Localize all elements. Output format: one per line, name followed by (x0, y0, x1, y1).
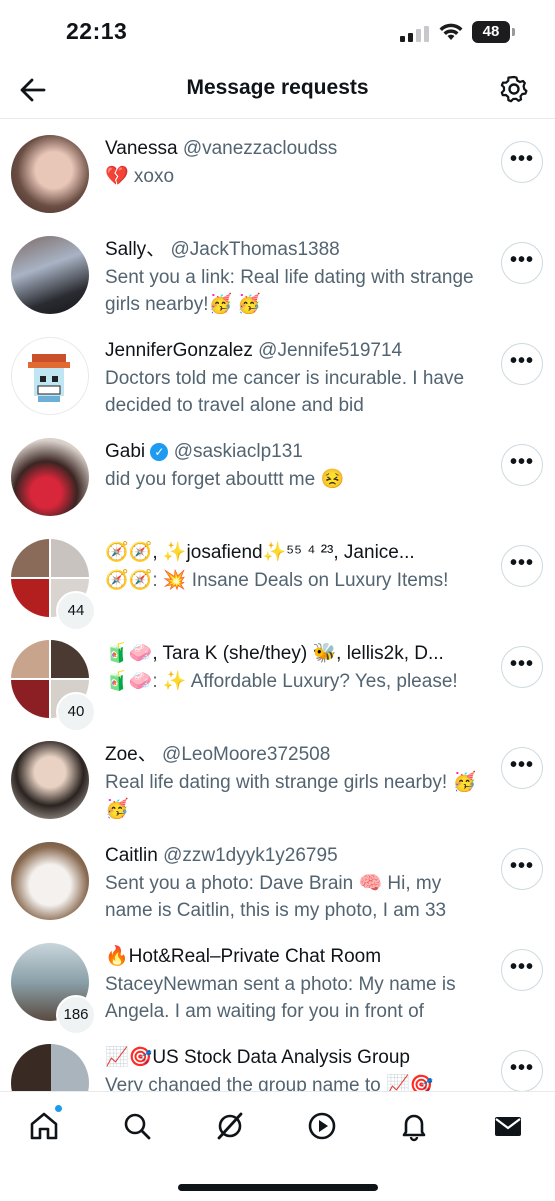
group-name: 📈🎯US Stock Data Analysis Group (105, 1047, 410, 1068)
group-name: 🧃🧼, Tara K (she/they) 🐝, lellis2k, D... (105, 643, 444, 664)
message-preview: Real life dating with strange girls near… (105, 772, 477, 820)
request-row-group-josafiend[interactable]: 44 🧭🧭, ✨josafiend✨⁵⁵ ⁴ ²³, Janice... 🧭🧭:… (0, 523, 555, 631)
sender-name: Zoe、 (105, 744, 157, 765)
request-row-group-tara[interactable]: 40 🧃🧼, Tara K (she/they) 🐝, lellis2k, D.… (0, 624, 555, 732)
more-options-button[interactable]: ••• (501, 747, 543, 789)
request-row-vanessa[interactable]: Vanessa @vanezzacloudss 💔 xoxo ••• (0, 119, 555, 220)
cellular-signal-icon (400, 26, 429, 42)
more-options-button[interactable]: ••• (501, 242, 543, 284)
request-row-sally[interactable]: Sally、 @JackThomas1388 Sent you a link: … (0, 220, 555, 321)
group-name: 🔥Hot&Real–Private Chat Room (105, 946, 382, 967)
more-options-button[interactable]: ••• (501, 1050, 543, 1091)
avatar (11, 842, 89, 920)
request-row-jennifergonzalez[interactable]: JenniferGonzalez @Jennife519714 Doctors … (0, 321, 555, 422)
message-preview: 🧭🧭: 💥 Insane Deals on Luxury Items! (105, 570, 449, 591)
request-row-gabi[interactable]: Gabi ✓ @saskiaclp131 did you forget abou… (0, 422, 555, 523)
group-name: 🧭🧭, ✨josafiend✨⁵⁵ ⁴ ²³, Janice... (105, 542, 415, 563)
message-preview: 🧃🧼: ✨ Affordable Luxury? Yes, please! (105, 671, 458, 692)
more-options-button[interactable]: ••• (501, 545, 543, 587)
sender-name: JenniferGonzalez (105, 340, 253, 361)
request-row-zoe[interactable]: Zoe、 @LeoMoore372508 Real life dating wi… (0, 725, 555, 826)
battery-indicator: 48 (472, 21, 510, 43)
more-options-button[interactable]: ••• (501, 141, 543, 183)
sender-name: Gabi (105, 441, 146, 462)
battery-cap (512, 28, 515, 36)
grok-icon[interactable] (214, 1110, 246, 1142)
home-icon[interactable] (28, 1110, 60, 1142)
more-options-button[interactable]: ••• (501, 646, 543, 688)
bottom-navigation (0, 1091, 555, 1201)
avatar (11, 135, 89, 213)
gear-icon[interactable] (499, 74, 529, 104)
message-preview: Very changed the group name to 📈🎯 (105, 1075, 434, 1091)
more-options-button[interactable]: ••• (501, 343, 543, 385)
sender-handle: @saskiaclp131 (173, 441, 303, 462)
pixel-art-avatar-icon (28, 354, 70, 402)
request-row-caitlin[interactable]: Caitlin @zzw1dyyk1y26795 Sent you a phot… (0, 826, 555, 927)
home-indicator (178, 1184, 378, 1191)
video-icon[interactable] (306, 1110, 338, 1142)
messages-icon[interactable] (492, 1110, 524, 1142)
more-options-button[interactable]: ••• (501, 848, 543, 890)
sender-handle: @Jennife519714 (258, 340, 403, 361)
verified-badge-icon: ✓ (150, 443, 169, 461)
message-preview: Sent you a link: Real life dating with s… (105, 267, 474, 315)
request-row-group-hotreal[interactable]: 186 🔥Hot&Real–Private Chat Room StaceyNe… (0, 927, 555, 1035)
sender-name: Vanessa (105, 138, 178, 159)
sender-handle: @LeoMoore372508 (156, 744, 331, 765)
message-preview: StaceyNewman sent a photo: My name is An… (105, 974, 456, 1022)
message-preview: did you forget abouttt me 😣 (105, 469, 345, 490)
wifi-icon (439, 23, 463, 40)
header: Message requests (0, 62, 555, 119)
avatar (11, 337, 89, 415)
more-options-button[interactable]: ••• (501, 444, 543, 486)
avatar (11, 236, 89, 314)
more-options-button[interactable]: ••• (501, 949, 543, 991)
page-title: Message requests (186, 76, 369, 99)
sender-name: Sally、 (105, 239, 166, 260)
message-preview: Sent you a photo: Dave Brain 🧠 Hi, my na… (105, 873, 447, 921)
avatar (11, 438, 89, 516)
group-avatar (11, 1044, 89, 1091)
status-time: 22:13 (66, 18, 128, 44)
notification-dot (55, 1105, 62, 1112)
sender-handle: @vanezzacloudss (182, 138, 338, 159)
message-preview: 💔 xoxo (105, 166, 175, 187)
sender-name: Caitlin (105, 845, 158, 866)
message-preview: Doctors told me cancer is incurable. I h… (105, 368, 465, 416)
sender-handle: @JackThomas1388 (165, 239, 340, 260)
status-bar: 22:13 48 (0, 0, 555, 62)
sender-handle: @zzw1dyyk1y26795 (163, 845, 338, 866)
search-icon[interactable] (121, 1110, 153, 1142)
notifications-icon[interactable] (398, 1110, 430, 1142)
avatar (11, 741, 89, 819)
message-requests-list: Vanessa @vanezzacloudss 💔 xoxo ••• Sally… (0, 119, 555, 1091)
request-row-group-usstock[interactable]: 📈🎯US Stock Data Analysis Group Very chan… (0, 1028, 555, 1091)
